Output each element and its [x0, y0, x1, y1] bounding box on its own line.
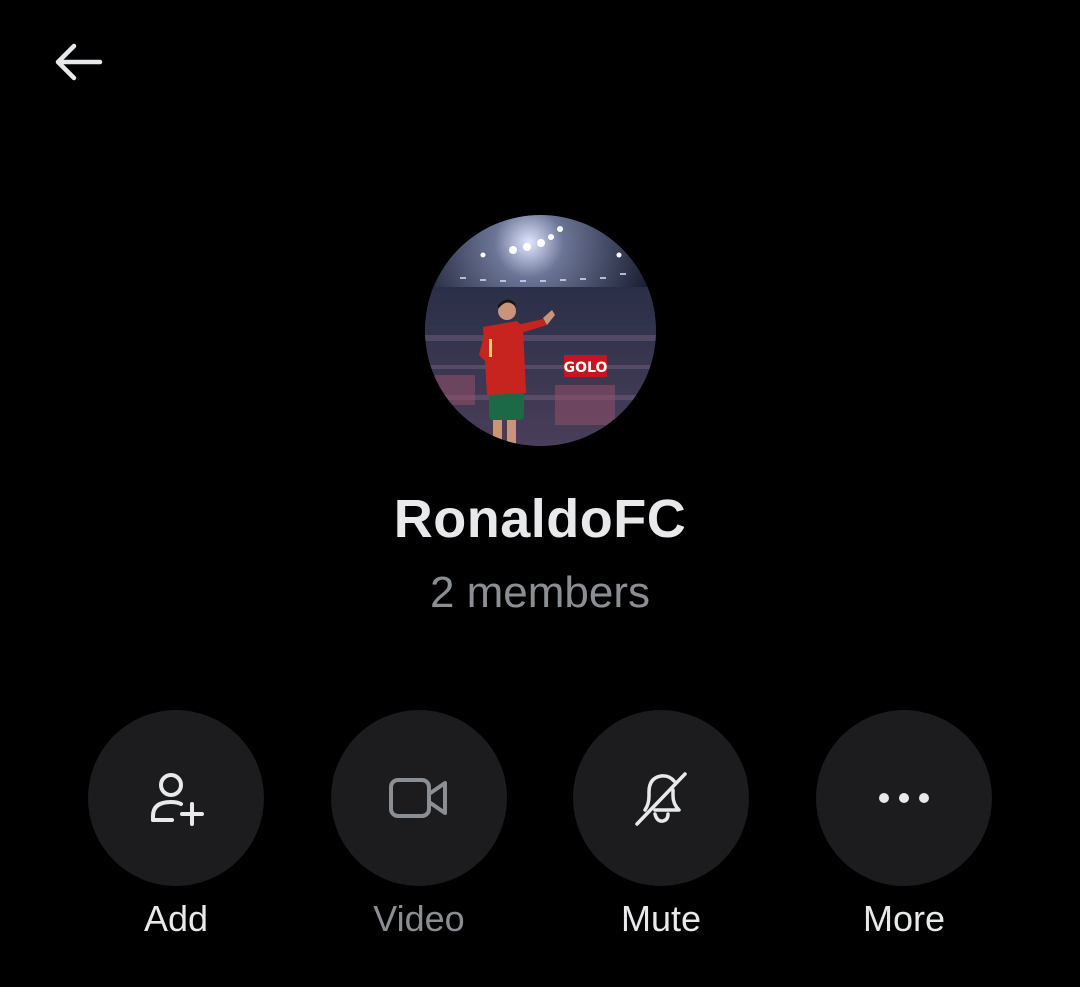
video-camera-icon	[389, 778, 447, 818]
add-button-circle[interactable]	[88, 710, 264, 886]
add-label: Add	[143, 898, 209, 939]
mute-button-circle[interactable]	[573, 710, 749, 886]
more-label: More	[862, 898, 946, 939]
more-button-circle[interactable]	[816, 710, 992, 886]
back-button[interactable]	[38, 24, 118, 100]
avatar-photo: GOLO	[425, 215, 656, 446]
mute-button[interactable]: Mute	[573, 710, 749, 940]
group-name: RonaldoFC	[393, 489, 687, 549]
arrow-left-icon	[55, 43, 103, 81]
add-button[interactable]: Add	[88, 710, 264, 940]
member-count[interactable]: 2 members	[0, 568, 1080, 618]
more-dots-icon	[879, 793, 929, 803]
mute-label: Mute	[620, 898, 702, 939]
scoreboard-text: GOLO	[564, 360, 608, 376]
bell-off-icon	[635, 772, 687, 826]
video-label: Video	[373, 898, 465, 939]
group-avatar[interactable]: GOLO	[425, 215, 656, 446]
more-button[interactable]: More	[816, 710, 992, 940]
video-button[interactable]: Video	[331, 710, 507, 940]
video-button-circle[interactable]	[331, 710, 507, 886]
add-person-icon	[151, 773, 204, 826]
